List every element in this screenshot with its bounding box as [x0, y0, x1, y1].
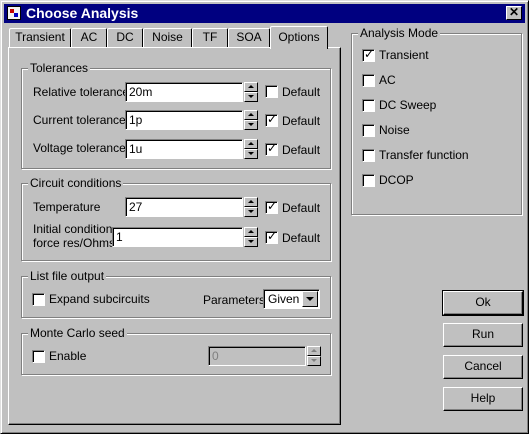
analysis-mode-legend: Analysis Mode [358, 26, 441, 40]
close-button[interactable]: ✕ [506, 6, 522, 20]
spin-up-icon[interactable] [244, 197, 258, 207]
help-button[interactable]: Help [443, 387, 523, 411]
monte-carlo-seed-legend: Monte Carlo seed [28, 326, 127, 340]
temperature-input[interactable]: 27 [125, 197, 243, 217]
tab-dc[interactable]: DC [107, 28, 143, 47]
circuit-conditions-legend: Circuit conditions [28, 176, 124, 190]
relative-tolerance-default-checkbox[interactable] [265, 85, 278, 98]
voltage-tolerance-default-label: Default [282, 143, 321, 157]
spin-down-icon[interactable] [244, 237, 258, 247]
initial-condition-default-label: Default [282, 231, 321, 245]
spin-down-icon[interactable] [244, 92, 258, 102]
tab-soa[interactable]: SOA [228, 28, 270, 47]
temperature-default-checkbox[interactable] [265, 199, 278, 214]
voltage-tolerance-default-checkbox[interactable] [265, 141, 278, 156]
app-icon [7, 6, 21, 20]
mode-transfer-function-checkbox[interactable] [362, 149, 375, 162]
spin-up-icon[interactable] [244, 227, 258, 237]
choose-analysis-dialog: Choose Analysis ✕ Transient AC DC Noise … [0, 0, 529, 434]
tab-tf[interactable]: TF [192, 28, 228, 47]
voltage-tolerance-spinner[interactable] [244, 139, 258, 159]
mode-noise-checkbox[interactable] [362, 124, 375, 137]
tab-options[interactable]: Options [270, 26, 328, 49]
window-title: Choose Analysis [26, 5, 139, 21]
cancel-button[interactable]: Cancel [443, 355, 523, 379]
spin-down-icon[interactable] [307, 356, 321, 366]
options-panel: Tolerances Relative tolerance 20m Defaul… [8, 47, 341, 425]
mode-dc-sweep-checkbox[interactable] [362, 99, 375, 112]
relative-tolerance-label: Relative tolerance [33, 85, 130, 99]
current-tolerance-input[interactable]: 1p [125, 110, 243, 130]
parameters-label: Parameters [203, 293, 266, 307]
mode-noise-label: Noise [379, 123, 410, 137]
initial-condition-spinner[interactable] [244, 227, 258, 247]
temperature-default-label: Default [282, 201, 321, 215]
chevron-down-icon[interactable] [302, 291, 318, 307]
spin-up-icon[interactable] [244, 110, 258, 120]
tab-noise[interactable]: Noise [143, 28, 192, 47]
mode-dc-sweep-label: DC Sweep [379, 98, 437, 112]
initial-condition-label-line1: Initial condition [33, 222, 113, 236]
relative-tolerance-default-label: Default [282, 85, 321, 99]
current-tolerance-label: Current tolerance [33, 113, 126, 127]
mode-transfer-function-label: Transfer function [379, 148, 469, 162]
monte-carlo-seed-spinner[interactable] [307, 346, 321, 366]
expand-subcircuits-checkbox[interactable] [32, 293, 45, 306]
parameters-select[interactable]: Given [263, 289, 320, 309]
analysis-mode-group: Analysis Mode Transient AC DC Sweep Nois… [351, 26, 522, 215]
run-button[interactable]: Run [443, 323, 523, 347]
monte-carlo-enable-label: Enable [49, 349, 87, 363]
expand-subcircuits-label: Expand subcircuits [49, 292, 150, 306]
temperature-label: Temperature [33, 200, 101, 214]
mode-transient-checkbox[interactable] [362, 47, 375, 62]
current-tolerance-default-label: Default [282, 114, 321, 128]
list-file-output-legend: List file output [28, 269, 107, 283]
spin-down-icon[interactable] [244, 120, 258, 130]
current-tolerance-spinner[interactable] [244, 110, 258, 130]
tab-transient[interactable]: Transient [9, 28, 71, 47]
tolerances-legend: Tolerances [28, 61, 91, 75]
initial-condition-label-line2: force res/Ohms [33, 236, 116, 250]
voltage-tolerance-input[interactable]: 1u [125, 139, 243, 159]
mode-ac-label: AC [379, 73, 396, 87]
mode-dcop-checkbox[interactable] [362, 174, 375, 187]
temperature-spinner[interactable] [244, 197, 258, 217]
monte-carlo-seed-group: Monte Carlo seed Enable 0 [21, 326, 331, 375]
relative-tolerance-input[interactable]: 20m [125, 82, 243, 102]
circuit-conditions-group: Circuit conditions Temperature 27 Defaul… [21, 176, 331, 261]
spin-up-icon[interactable] [307, 346, 321, 356]
voltage-tolerance-label: Voltage tolerance [33, 141, 126, 155]
mode-transient-label: Transient [379, 48, 429, 62]
relative-tolerance-spinner[interactable] [244, 82, 258, 102]
monte-carlo-enable-checkbox[interactable] [32, 350, 45, 363]
spin-down-icon[interactable] [244, 207, 258, 217]
tab-ac[interactable]: AC [71, 28, 107, 47]
title-bar: Choose Analysis ✕ [4, 4, 525, 23]
spin-down-icon[interactable] [244, 149, 258, 159]
ok-button[interactable]: Ok [442, 290, 524, 316]
monte-carlo-seed-input[interactable]: 0 [208, 346, 306, 366]
initial-condition-default-checkbox[interactable] [265, 229, 278, 244]
mode-dcop-label: DCOP [379, 173, 414, 187]
tolerances-group: Tolerances Relative tolerance 20m Defaul… [21, 61, 331, 169]
spin-up-icon[interactable] [244, 139, 258, 149]
spin-up-icon[interactable] [244, 82, 258, 92]
parameters-select-value: Given [268, 292, 300, 306]
current-tolerance-default-checkbox[interactable] [265, 112, 278, 127]
mode-ac-checkbox[interactable] [362, 74, 375, 87]
list-file-output-group: List file output Expand subcircuits Para… [21, 269, 331, 318]
initial-condition-input[interactable]: 1 [112, 227, 243, 247]
